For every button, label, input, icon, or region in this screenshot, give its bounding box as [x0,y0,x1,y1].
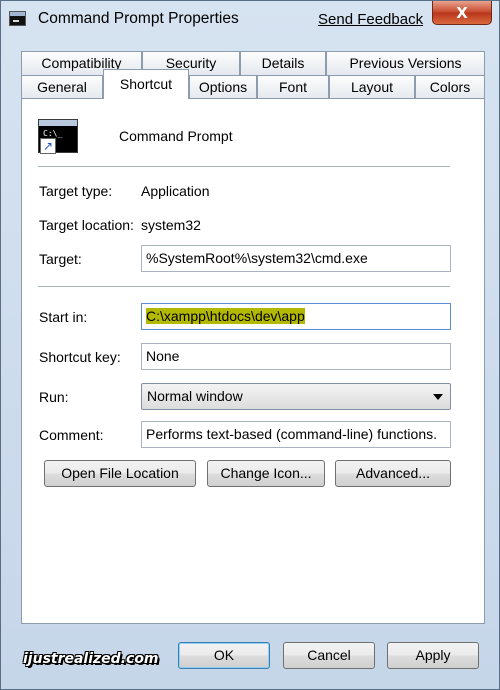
tab-previous-versions[interactable]: Previous Versions [326,51,485,75]
change-icon-button[interactable]: Change Icon... [207,460,325,487]
chevron-down-icon [433,394,443,400]
target-location-label: Target location: [39,217,134,233]
advanced-button[interactable]: Advanced... [335,460,451,487]
tab-general[interactable]: General [21,75,103,99]
target-type-value: Application [141,183,210,199]
comment-input[interactable]: Performs text-based (command-line) funct… [141,421,451,448]
ok-button[interactable]: OK [178,642,270,669]
command-prompt-icon [9,11,26,26]
window-title: Command Prompt Properties [38,10,239,27]
run-label: Run: [39,389,69,405]
tab-layout[interactable]: Layout [329,75,415,99]
shortcut-key-label: Shortcut key: [39,349,121,365]
comment-label: Comment: [39,427,104,443]
shortcut-arrow-icon: ↗ [40,138,56,154]
run-select[interactable]: Normal window [141,383,451,410]
close-button[interactable]: X [432,1,492,25]
close-icon: X [456,3,468,22]
target-label: Target: [39,251,82,267]
start-in-selected-text: C:\xampp\htdocs\dev\app [146,308,305,324]
tab-colors[interactable]: Colors [415,75,485,99]
apply-button[interactable]: Apply [387,642,479,669]
divider [38,286,450,287]
cancel-button[interactable]: Cancel [283,642,375,669]
tab-font[interactable]: Font [257,75,329,99]
target-input[interactable]: %SystemRoot%\system32\cmd.exe [141,245,451,272]
run-selected-value: Normal window [147,388,243,404]
properties-dialog: Command Prompt Properties Send Feedback … [0,0,500,690]
tab-details[interactable]: Details [240,51,326,75]
command-prompt-shortcut-icon: C:\_ ↗ [38,119,78,154]
title-bar[interactable]: Command Prompt Properties Send Feedback … [1,1,499,39]
tab-shortcut[interactable]: Shortcut [103,69,189,99]
watermark: ijustrealized.com [23,651,159,667]
target-type-label: Target type: [39,183,113,199]
shortcut-key-input[interactable]: None [141,343,451,370]
target-location-value: system32 [141,217,201,233]
shortcut-panel: C:\_ ↗ Command Prompt Target type: Appli… [21,98,485,624]
open-file-location-button[interactable]: Open File Location [44,460,196,487]
tab-strip: Compatibility Security Details Previous … [21,51,485,99]
divider [38,166,450,167]
start-in-label: Start in: [39,309,88,325]
shortcut-name: Command Prompt [119,128,233,144]
tab-options[interactable]: Options [189,75,257,99]
send-feedback-link[interactable]: Send Feedback [318,11,423,28]
start-in-input[interactable]: C:\xampp\htdocs\dev\app [141,303,451,330]
